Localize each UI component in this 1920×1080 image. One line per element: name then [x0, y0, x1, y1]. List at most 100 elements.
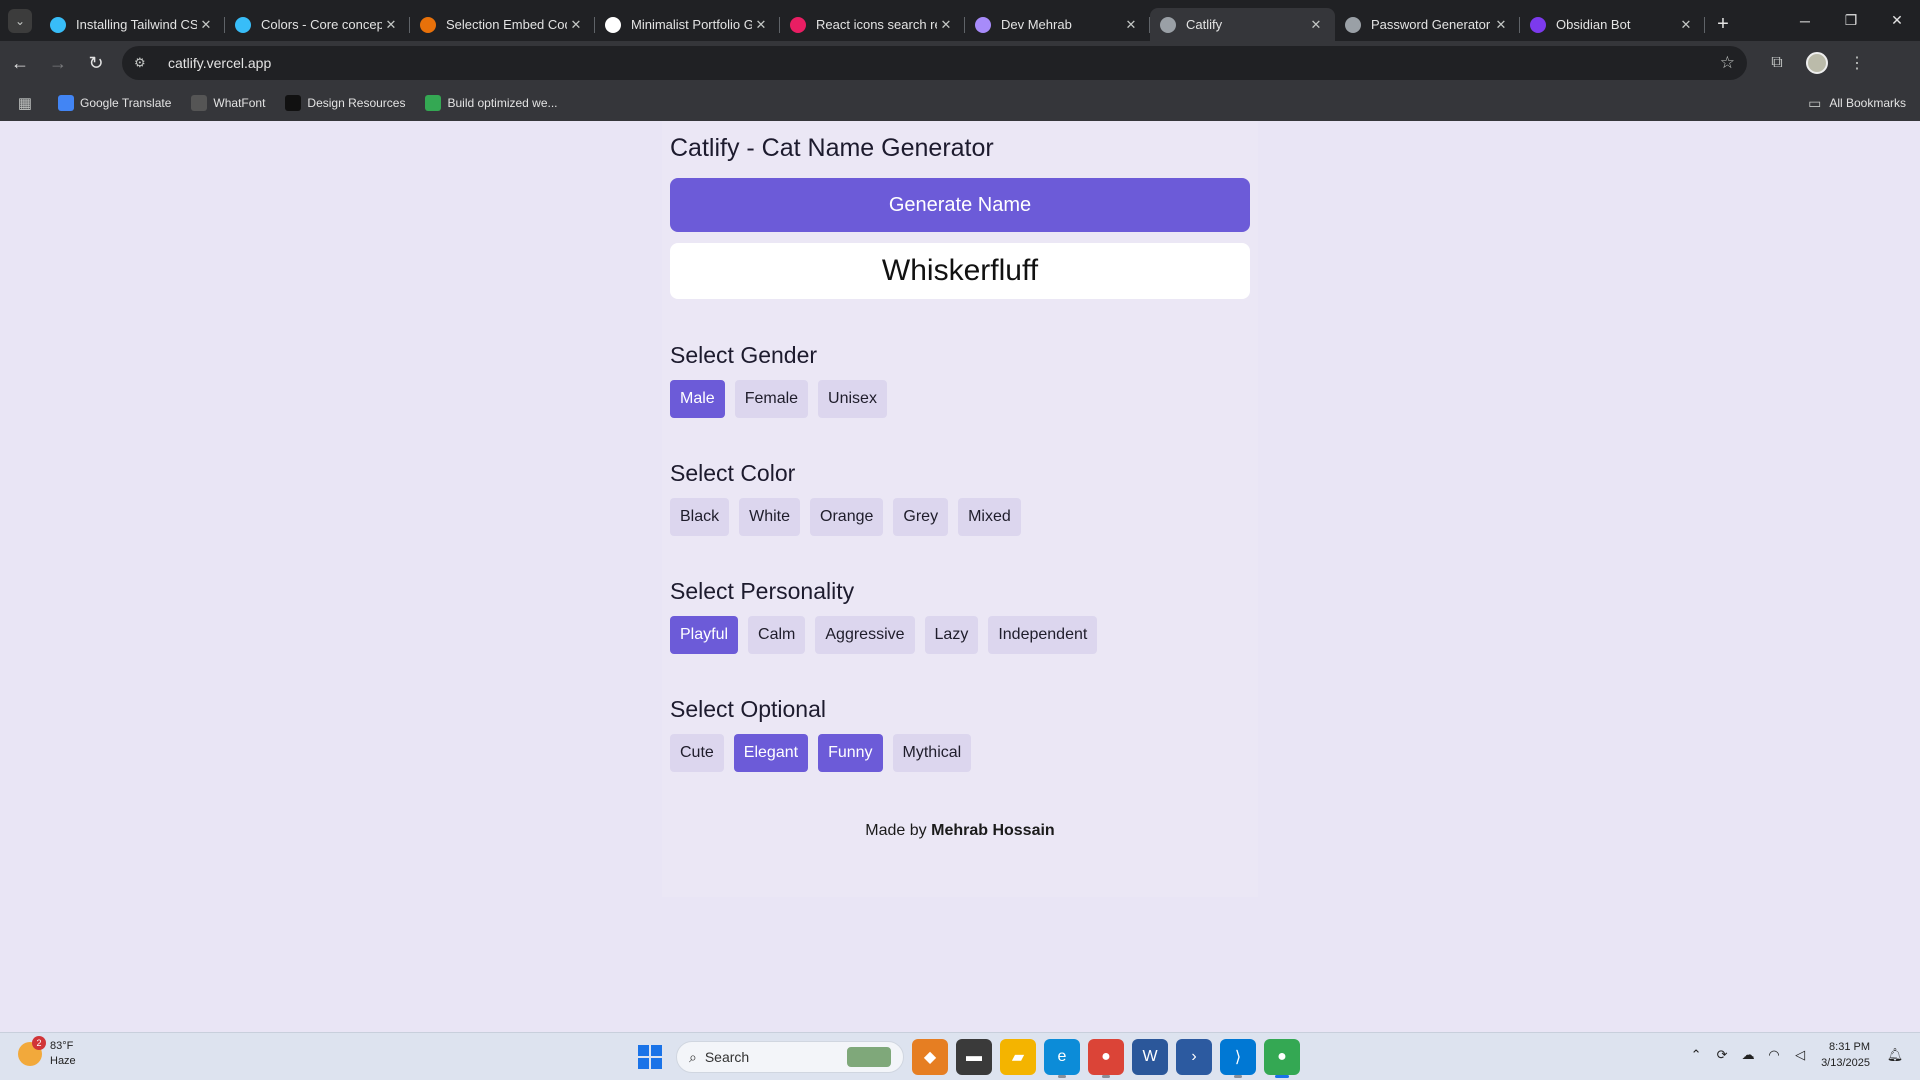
close-tab-icon[interactable]: ✕	[752, 17, 770, 33]
github-icon	[605, 16, 621, 33]
close-window-button[interactable]: ✕	[1874, 0, 1920, 41]
generate-name-button[interactable]: Generate Name	[670, 178, 1250, 232]
browser-tab[interactable]: Colors - Core concepts ✕	[225, 8, 410, 41]
browser-tab[interactable]: Obsidian Bot ✕	[1520, 8, 1705, 41]
weather-widget[interactable]: 2 83°F Haze	[18, 1036, 76, 1069]
option-calm-button[interactable]: Calm	[748, 616, 806, 654]
option-section: Select Gender Male Female Unisex	[670, 340, 1250, 418]
powershell-icon[interactable]: ›	[1176, 1039, 1212, 1075]
back-button[interactable]: ←	[2, 45, 38, 81]
option-lazy-button[interactable]: Lazy	[924, 616, 979, 654]
profile-button[interactable]	[1797, 45, 1837, 81]
all-bookmarks-label: All Bookmarks	[1829, 96, 1906, 110]
bookmark-label: Design Resources	[307, 96, 406, 110]
url-text[interactable]: catlify.vercel.app	[168, 55, 1720, 71]
close-tab-icon[interactable]: ✕	[197, 17, 215, 33]
close-tab-icon[interactable]: ✕	[1122, 17, 1140, 33]
option-aggressive-button[interactable]: Aggressive	[815, 616, 915, 654]
bookmark-item[interactable]: Google Translate	[50, 95, 179, 111]
option-independent-button[interactable]: Independent	[988, 616, 1098, 654]
option-grey-button[interactable]: Grey	[893, 498, 949, 536]
browser-tab[interactable]: Password Generator ✕	[1335, 8, 1520, 41]
weather-temp: 83°F	[50, 1040, 74, 1052]
start-button[interactable]	[634, 1041, 666, 1073]
option-unisex-button[interactable]: Unisex	[818, 380, 887, 418]
bookmark-item[interactable]: WhatFont	[183, 95, 273, 111]
folder-icon[interactable]: ▰	[1000, 1039, 1036, 1075]
arrow-left-icon: ←	[11, 52, 29, 73]
bookmark-label: Google Translate	[80, 96, 172, 110]
tab-title: Dev Mehrab	[1001, 17, 1072, 32]
cloud-icon[interactable]: ☁	[1735, 1047, 1761, 1063]
section-title: Select Personality	[670, 578, 855, 604]
close-tab-icon[interactable]: ✕	[1677, 17, 1695, 33]
browser-tab[interactable]: Catlify ✕	[1150, 8, 1335, 41]
sheet-icon	[425, 95, 442, 111]
word-icon[interactable]: W	[1132, 1039, 1168, 1075]
option-orange-button[interactable]: Orange	[810, 498, 884, 536]
option-white-button[interactable]: White	[739, 498, 801, 536]
notification-bell-icon[interactable]: 🔔︎	[1882, 1047, 1908, 1063]
restore-icon: ❐	[1844, 12, 1858, 28]
extensions-button[interactable]: ⧉	[1757, 45, 1797, 81]
menu-button[interactable]: ⋮	[1837, 45, 1877, 81]
chevron-down-icon: ⌄	[8, 8, 32, 33]
forward-button[interactable]: →	[40, 45, 76, 81]
clock[interactable]: 8:31 PM 3/13/2025	[1821, 1039, 1870, 1071]
option-section: Select Optional Cute Elegant Funny Mythical	[670, 694, 1250, 772]
section-title: Select Gender	[670, 342, 818, 368]
close-tab-icon[interactable]: ✕	[937, 17, 955, 33]
option-group: Black White Orange Grey Mixed	[670, 498, 1250, 536]
close-tab-icon[interactable]: ✕	[1307, 17, 1325, 33]
new-tab-button[interactable]: +	[1705, 8, 1741, 41]
footer: Made by Mehrab Hossain	[670, 822, 1250, 840]
apps-button[interactable]: ▦	[0, 94, 50, 112]
bookmark-item[interactable]: Build optimized we...	[417, 95, 565, 111]
close-tab-icon[interactable]: ✕	[382, 17, 400, 33]
site-info-icon[interactable]: ⚙	[134, 55, 158, 71]
option-mixed-button[interactable]: Mixed	[958, 498, 1021, 536]
reload-button[interactable]: ↻	[78, 45, 114, 81]
browser-tab[interactable]: Dev Mehrab ✕	[965, 8, 1150, 41]
vscode-icon[interactable]: ⟩	[1220, 1039, 1256, 1078]
tab-search-button[interactable]: ⌄	[0, 0, 40, 41]
window-controls: ─ ❐ ✕	[1782, 0, 1920, 41]
edge-icon[interactable]: e	[1044, 1039, 1080, 1078]
option-funny-button[interactable]: Funny	[818, 734, 883, 772]
tab-title: Selection Embed Code	[446, 17, 567, 32]
option-elegant-button[interactable]: Elegant	[733, 734, 809, 772]
whatfont-icon	[191, 95, 208, 111]
page-viewport: Catlify - Cat Name Generator Generate Na…	[0, 121, 1920, 1032]
option-female-button[interactable]: Female	[734, 380, 809, 418]
option-cute-button[interactable]: Cute	[670, 734, 724, 772]
browser-tab[interactable]: React icons search results✕	[780, 8, 965, 41]
notification-badge: 2	[32, 1036, 46, 1050]
chrome-icon[interactable]: ●	[1088, 1039, 1124, 1078]
option-playful-button[interactable]: Playful	[670, 616, 739, 654]
close-tab-icon[interactable]: ✕	[567, 17, 585, 33]
option-male-button[interactable]: Male	[670, 380, 725, 418]
close-tab-icon[interactable]: ✕	[1492, 17, 1510, 33]
browser-tab[interactable]: Installing Tailwind CSS ✕	[40, 8, 225, 41]
chrome-profile-icon[interactable]: ●	[1264, 1039, 1300, 1078]
bookmark-star-icon[interactable]: ☆	[1720, 53, 1735, 73]
browser-tab[interactable]: Selection Embed Code ✕	[410, 8, 595, 41]
option-mythical-button[interactable]: Mythical	[892, 734, 972, 772]
globe-icon	[1160, 16, 1176, 33]
volume-icon[interactable]: ◁	[1787, 1047, 1813, 1063]
plus-icon: +	[1717, 13, 1729, 35]
address-bar[interactable]: ⚙ catlify.vercel.app ☆	[122, 46, 1747, 80]
file-explorer-dark-icon[interactable]: ▬	[956, 1039, 992, 1075]
taskbar-search[interactable]: ⌕ Search	[676, 1041, 904, 1073]
copilot-app-icon[interactable]: ◆	[912, 1039, 948, 1075]
minimize-button[interactable]: ─	[1782, 0, 1828, 41]
chevron-up-icon[interactable]: ⌃	[1683, 1047, 1709, 1063]
bookmark-item[interactable]: Design Resources	[277, 95, 413, 111]
close-icon: ✕	[1891, 12, 1903, 28]
sync-icon[interactable]: ⟳	[1709, 1047, 1735, 1063]
browser-tab[interactable]: Minimalist Portfolio Generator✕	[595, 8, 780, 41]
restore-button[interactable]: ❐	[1828, 0, 1874, 41]
option-black-button[interactable]: Black	[670, 498, 730, 536]
all-bookmarks-button[interactable]: ▭ All Bookmarks	[1808, 95, 1906, 112]
wifi-icon[interactable]: ◠	[1761, 1047, 1787, 1063]
